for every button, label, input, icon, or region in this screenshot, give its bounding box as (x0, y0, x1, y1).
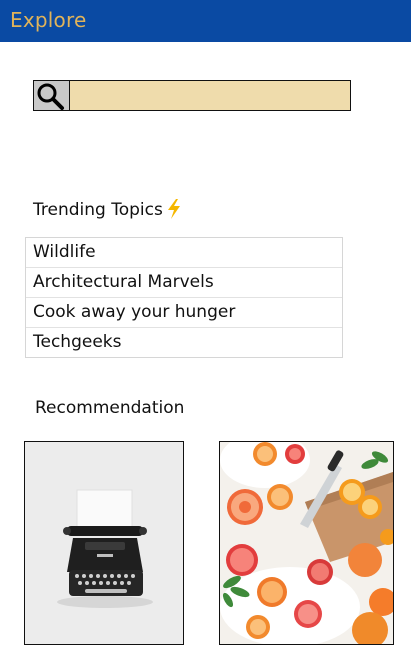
typewriter-image (25, 442, 183, 644)
search-input[interactable] (70, 81, 350, 110)
lightning-bolt-icon (168, 199, 180, 219)
topic-techgeeks[interactable]: Techgeeks (26, 328, 342, 357)
recommendation-card-typewriter[interactable] (24, 441, 184, 645)
app-bar: Explore (0, 0, 411, 42)
search-icon (37, 83, 64, 110)
page-title: Explore (10, 8, 87, 32)
citrus-image (220, 442, 393, 644)
trending-topics-list: Wildlife Architectural Marvels Cook away… (25, 237, 343, 358)
topic-architectural-marvels[interactable]: Architectural Marvels (26, 268, 342, 298)
search-button[interactable] (34, 81, 70, 110)
topic-wildlife[interactable]: Wildlife (26, 238, 342, 268)
recommendation-heading: Recommendation (35, 398, 185, 418)
recommendation-card-citrus[interactable] (219, 441, 394, 645)
trending-topics-heading: Trending Topics (33, 200, 163, 220)
search-bar (33, 80, 351, 111)
topic-cook-away-your-hunger[interactable]: Cook away your hunger (26, 298, 342, 328)
